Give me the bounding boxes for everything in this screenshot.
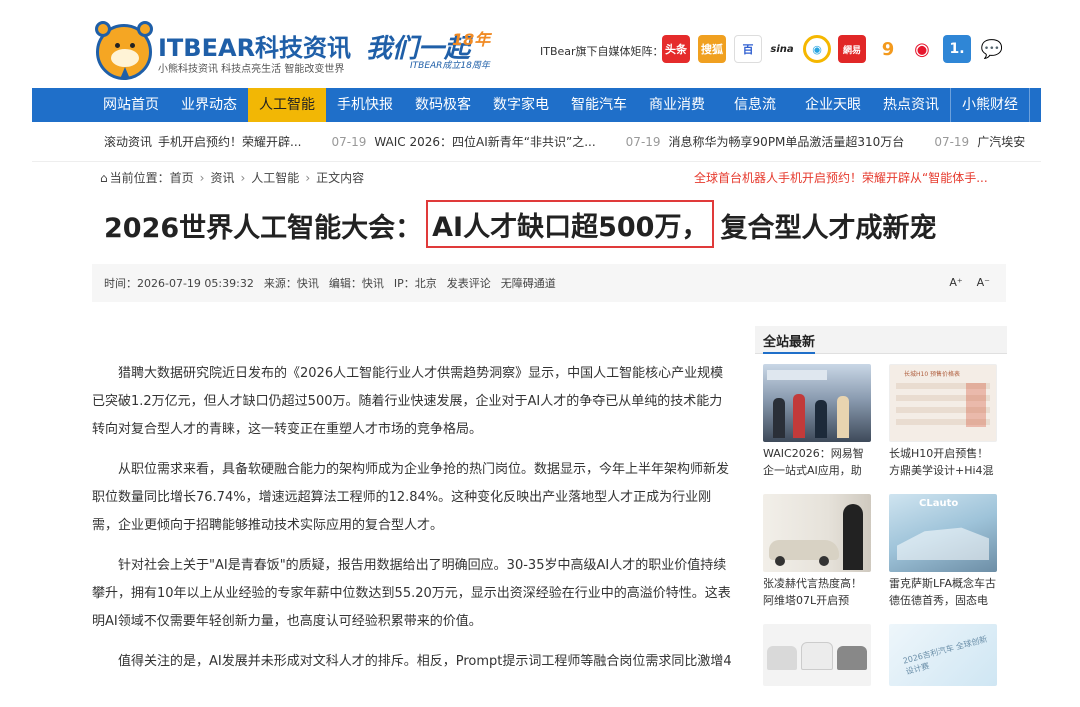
font-increase-button[interactable]: A⁺: [949, 276, 962, 289]
ticker-item[interactable]: 手机开启预约！荣耀开辟...: [158, 133, 301, 150]
sina-icon[interactable]: sina: [768, 35, 796, 63]
nav-item-home[interactable]: 网站首页: [92, 88, 170, 122]
news-thumbnail[interactable]: 2026吉利汽车 全球创新设计赛: [889, 624, 997, 686]
ticker-item[interactable]: 消息称华为畅享90PM单品激活量超310万台: [669, 133, 905, 150]
nav-item-ai[interactable]: 人工智能: [248, 88, 326, 122]
article-paragraph: 猎聘大数据研究院近日发布的《2026人工智能行业人才供需趋势洞察》显示，中国人工…: [92, 366, 724, 437]
kuaishou-icon[interactable]: 9: [874, 35, 902, 63]
sidebar-card[interactable]: 2026吉利汽车 全球创新设计赛: [889, 624, 997, 707]
sidebar-card[interactable]: 长城H10 预售价格表 长城H10开启预售！方鼎美学设计+Hi4混动 预售...: [889, 364, 997, 479]
breadcrumb-item-ai[interactable]: 人工智能: [251, 169, 299, 186]
article-editor: 编辑：快讯: [328, 277, 384, 290]
sidebar-heading: 全站最新: [763, 331, 816, 354]
chevron-right-icon: ›: [240, 170, 246, 185]
article-paragraph: 值得关注的是，AI发展并未形成对文科人才的排斥。相反，Prompt提示词工程师等…: [118, 654, 732, 669]
ticker-time: 07-19: [625, 134, 661, 149]
title-part-3: 复合型人才成新宠: [720, 213, 937, 244]
toutiao-icon[interactable]: 头条: [662, 35, 690, 63]
promo-link[interactable]: 全球首台机器人手机开启预约！荣耀开辟从“智能体手...: [694, 169, 1004, 186]
sidebar-card[interactable]: [763, 624, 871, 707]
breadcrumb-item-news[interactable]: 资讯: [210, 169, 234, 186]
wechat-icon[interactable]: 💬: [978, 35, 1006, 63]
nav-item-appliance[interactable]: 数字家电: [482, 88, 560, 122]
brand-slogan: 小熊科技资讯 科技点亮生活 智能改变世界: [158, 64, 345, 75]
breadcrumb-label: 当前位置：: [109, 171, 170, 185]
nav-item-finance[interactable]: 小熊财经: [951, 88, 1029, 122]
nav-item-hot[interactable]: 热点资讯: [872, 88, 950, 122]
font-decrease-button[interactable]: A⁻: [977, 276, 990, 289]
netease-icon[interactable]: 網易: [838, 35, 866, 63]
article-source: 来源：快讯: [263, 277, 319, 290]
news-thumbnail[interactable]: CLauto: [889, 494, 997, 572]
nav-item-phone[interactable]: 手机快报: [326, 88, 404, 122]
sidebar-card[interactable]: CLauto 雷克萨斯LFA概念车古德伍德首秀，固态电池加专...: [889, 494, 997, 609]
sidebar-card-caption[interactable]: 雷克萨斯LFA概念车古德伍德首秀，固态电池加专...: [889, 575, 997, 609]
sidebar-card-caption[interactable]: 张凌赫代言热度高！阿维塔07L开启预售，智驾强...: [763, 575, 871, 609]
accessibility-link[interactable]: 无障碍通道: [501, 275, 556, 291]
thumb-label: 长城H10 预售价格表: [904, 371, 961, 378]
yidian-icon[interactable]: 1.: [943, 35, 971, 63]
news-thumbnail[interactable]: [763, 364, 871, 442]
news-ticker: 滚动资讯 手机开启预约！荣耀开辟... 07-19 WAIC 2026：四位AI…: [32, 122, 1041, 162]
sidebar-header: 全站最新: [755, 326, 1007, 354]
anniversary-subtitle: ITBEAR成立18周年: [410, 61, 490, 71]
sohu-icon[interactable]: 搜狐: [698, 35, 726, 63]
nav-item-industry[interactable]: 业界动态: [170, 88, 248, 122]
media-matrix-label: ITBear旗下自媒体矩阵：: [540, 45, 664, 58]
chevron-right-icon: ›: [199, 170, 205, 185]
sidebar-card-caption[interactable]: [763, 689, 871, 707]
breadcrumb: ⌂ 当前位置： 首页 › 资讯 › 人工智能 › 正文内容: [100, 169, 364, 186]
anniversary-number: 18年: [452, 30, 491, 49]
nav-item-feed[interactable]: 信息流: [716, 88, 794, 122]
ticker-item[interactable]: 广汽埃安: [977, 133, 1025, 150]
news-thumbnail[interactable]: 长城H10 预售价格表: [889, 364, 997, 442]
breadcrumb-item-current: 正文内容: [316, 171, 365, 185]
article-body: 猎聘大数据研究院近日发布的《2026人工智能行业人才供需趋势洞察》显示，中国人工…: [92, 360, 732, 688]
nav-divider: [1029, 88, 1030, 122]
qq-news-icon[interactable]: ◉: [803, 35, 831, 63]
title-part-1: 2026世界人工智能大会：: [104, 213, 423, 244]
comment-link[interactable]: 发表评论: [447, 275, 491, 291]
article-title: 2026世界人工智能大会： AI人才缺口超500万， 复合型人才成新宠: [104, 200, 937, 248]
news-thumbnail[interactable]: [763, 624, 871, 686]
chevron-right-icon: ›: [305, 170, 311, 185]
nav-item-consumer[interactable]: 商业消费: [638, 88, 716, 122]
ticker-time: 07-19: [331, 134, 367, 149]
publish-time: 时间：2026-07-19 05:39:32: [104, 277, 254, 290]
main-nav: 网站首页 业界动态 人工智能 手机快报 数码极客 数字家电 智能汽车 商业消费 …: [32, 88, 1041, 122]
ticker-time: 07-19: [934, 134, 970, 149]
thumb-label: CLauto: [919, 498, 959, 509]
itbear-logo-mascot[interactable]: [95, 21, 153, 80]
nav-item-enterprise[interactable]: 企业天眼: [794, 88, 872, 122]
news-thumbnail[interactable]: [763, 494, 871, 572]
article-meta-bar: 时间：2026-07-19 05:39:32 来源：快讯 编辑：快讯 IP：北京…: [92, 264, 1006, 302]
ticker-item[interactable]: WAIC 2026：四位AI新青年“非共识”之...: [374, 133, 595, 150]
sidebar-card-caption[interactable]: WAIC2026：网易智企一站式AI应用，助力企业...: [763, 445, 871, 479]
ticker-label: 滚动资讯: [104, 135, 153, 149]
sidebar-card[interactable]: WAIC2026：网易智企一站式AI应用，助力企业...: [763, 364, 871, 479]
baidu-icon[interactable]: 百: [734, 35, 762, 63]
weibo-icon[interactable]: ◉: [908, 35, 936, 63]
nav-item-digital[interactable]: 数码极客: [404, 88, 482, 122]
sidebar-card[interactable]: 张凌赫代言热度高！阿维塔07L开启预售，智驾强...: [763, 494, 871, 609]
ip-location: IP：北京: [393, 277, 437, 290]
sidebar-card-caption[interactable]: 长城H10开启预售！方鼎美学设计+Hi4混动 预售...: [889, 445, 997, 479]
brand-name[interactable]: ITBEAR科技资讯: [158, 28, 351, 63]
sidebar-card-caption[interactable]: [889, 689, 997, 707]
home-icon: ⌂: [100, 170, 108, 185]
breadcrumb-item-home[interactable]: 首页: [170, 169, 194, 186]
article-paragraph: 从职位需求来看，具备软硬融合能力的架构师成为企业争抢的热门岗位。数据显示，今年上…: [92, 462, 730, 533]
title-highlight-box: AI人才缺口超500万，: [426, 200, 715, 248]
nav-item-auto[interactable]: 智能汽车: [560, 88, 638, 122]
article-paragraph: 针对社会上关于"AI是青春饭"的质疑，报告用数据给出了明确回应。30-35岁中高…: [92, 558, 731, 629]
thumb-label: 2026吉利汽车 全球创新设计赛: [901, 634, 989, 677]
